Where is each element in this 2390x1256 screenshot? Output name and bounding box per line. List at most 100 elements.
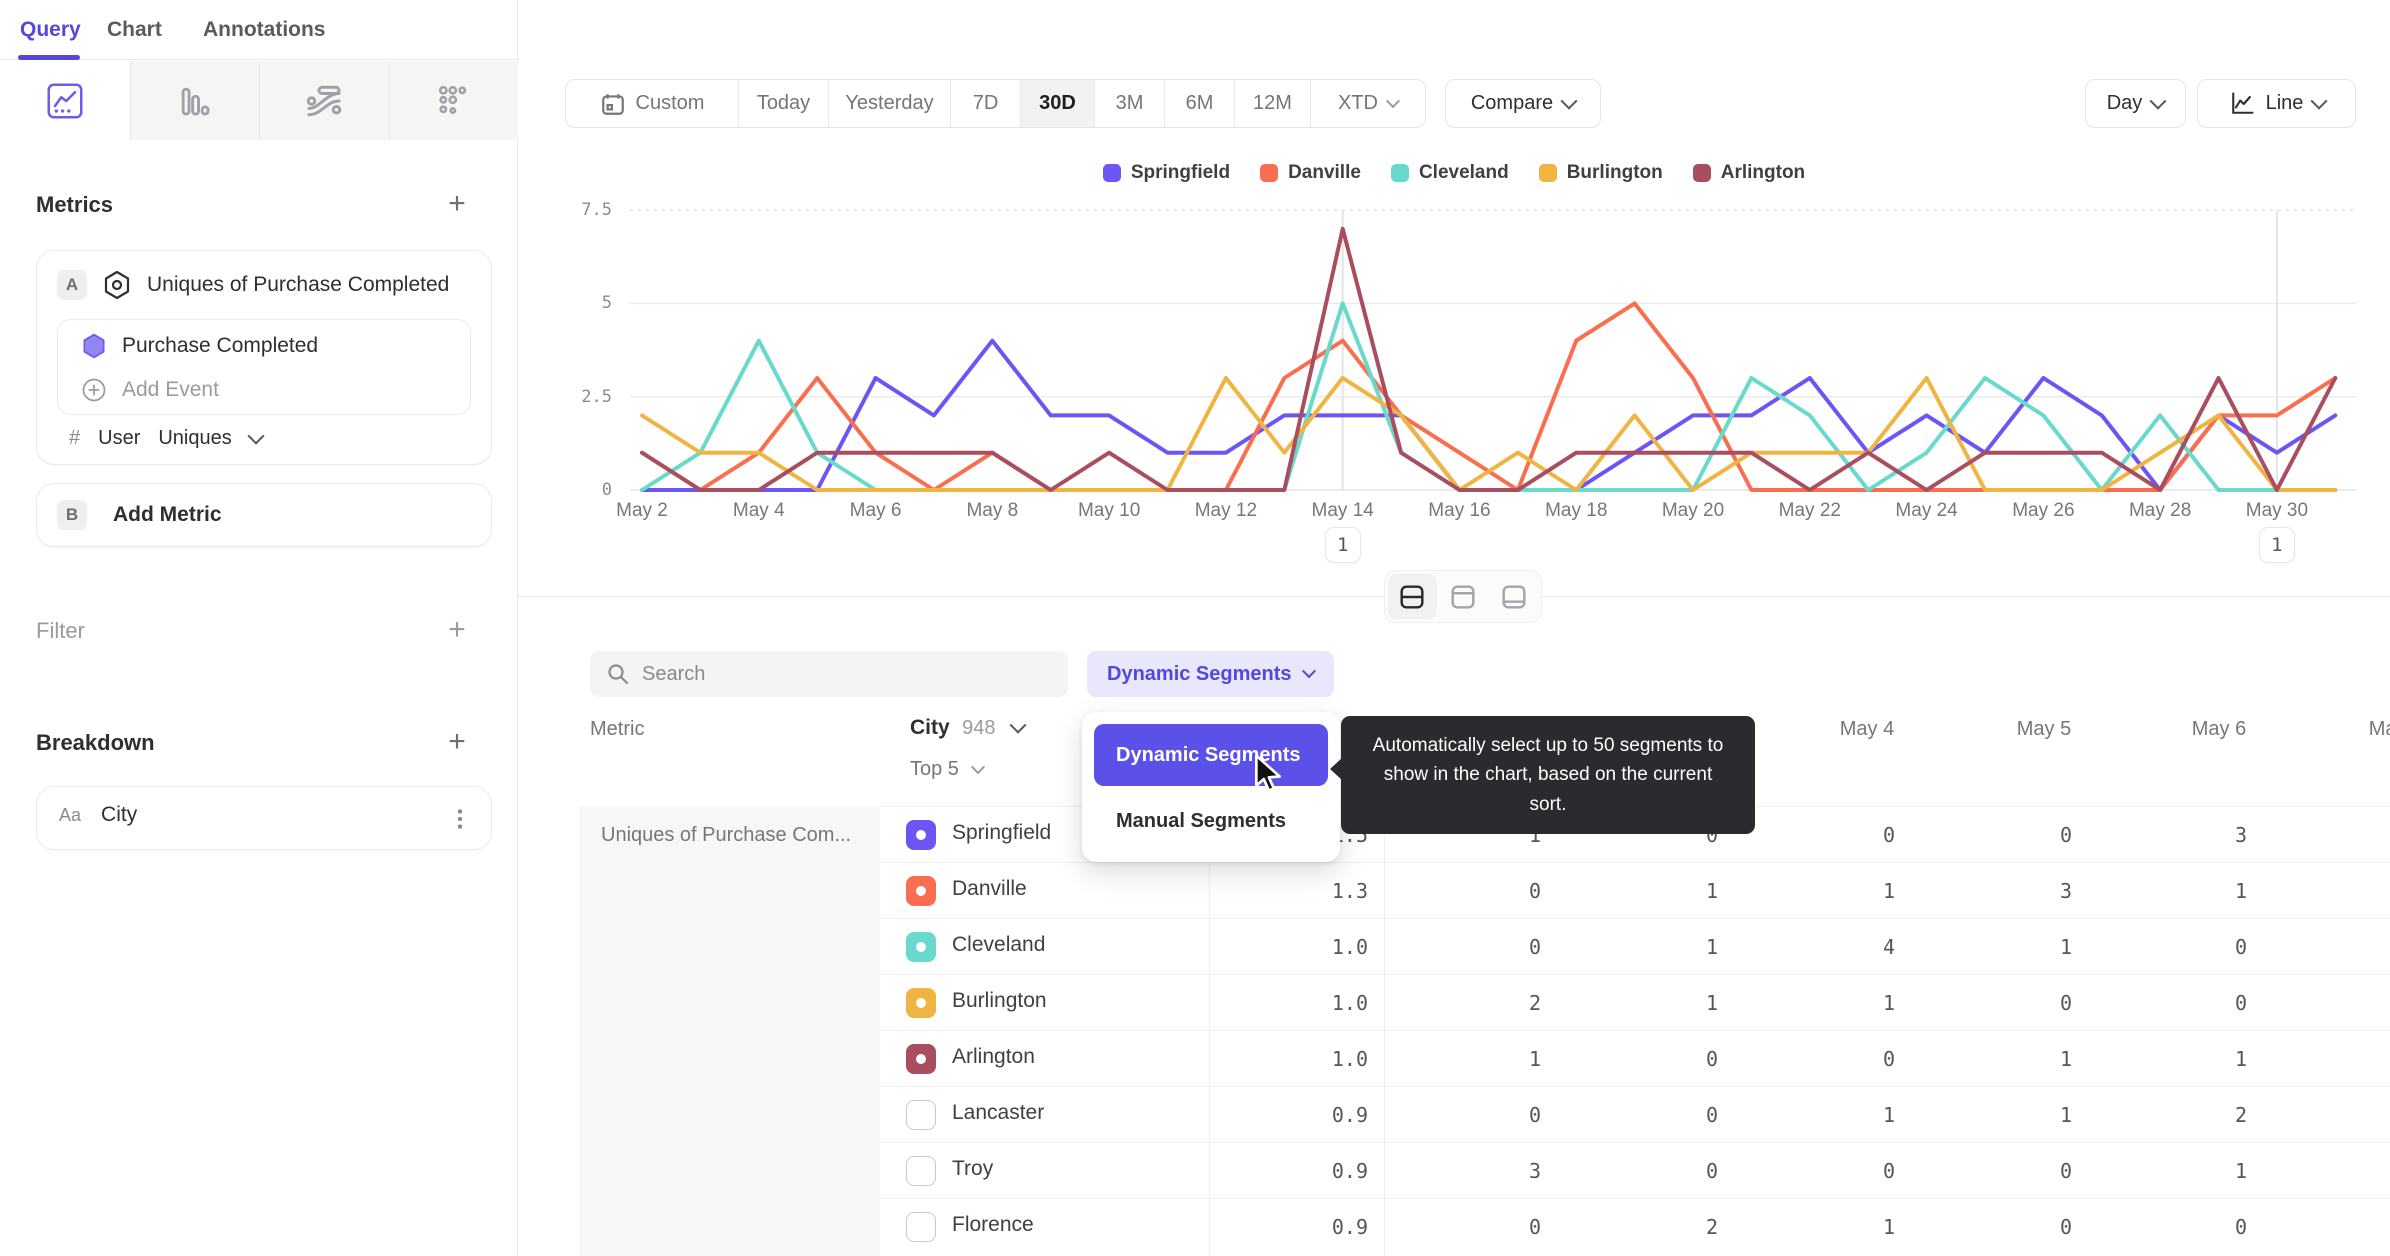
chart-type-matrix-tab[interactable] [388, 61, 518, 140]
table-row-cleveland: Cleveland 1.0 0 1 4 1 0 [880, 918, 2390, 974]
panel-layout-toggle [1384, 570, 1542, 623]
segment-day-value: 0 [1528, 879, 1542, 903]
layout-split-button[interactable] [1388, 574, 1437, 619]
measure-hash-icon: # [69, 427, 81, 449]
metric-column-background: Uniques of Purchase Com... [579, 806, 880, 1256]
add-event-button[interactable]: Add Event [122, 378, 219, 402]
segment-day-value: 0 [2234, 991, 2248, 1015]
annotation-badge[interactable]: 1 [2258, 527, 2295, 563]
segment-day-value: 1 [1528, 1047, 1542, 1071]
x-tick-label: May 22 [1778, 500, 1841, 521]
tab-chart[interactable]: Chart [107, 0, 162, 60]
x-tick-label: May 4 [732, 500, 785, 521]
layout-chart-only-button[interactable] [1439, 574, 1488, 619]
segment-day-value: 1 [2234, 879, 2248, 903]
segment-day-value: 0 [2059, 823, 2073, 847]
line-chart [630, 209, 2356, 492]
segment-name: Arlington [952, 1045, 1035, 1068]
table-row-lancaster: Lancaster 0.9 0 0 1 1 2 [880, 1086, 2390, 1142]
segment-day-value: 1 [1705, 935, 1719, 959]
segment-day-value: 0 [1705, 1103, 1719, 1127]
segment-average: 1.0 [1331, 991, 1368, 1015]
annotation-badge[interactable]: 1 [1324, 527, 1361, 563]
segment-day-value: 0 [1528, 935, 1542, 959]
segment-checkbox[interactable] [906, 1100, 936, 1130]
group-column-header[interactable]: City 948 [910, 716, 1027, 740]
segment-checkbox[interactable] [906, 988, 936, 1018]
metric-a-title[interactable]: Uniques of Purchase Completed [147, 273, 449, 297]
segment-day-value: 4 [1882, 935, 1896, 959]
series-line-arlington [640, 226, 2338, 492]
segment-checkbox[interactable] [906, 1156, 936, 1186]
table-row-troy: Troy 0.9 3 0 0 0 1 [880, 1142, 2390, 1198]
segment-day-value: 0 [1882, 1047, 1896, 1071]
layout-table-only-button[interactable] [1489, 574, 1538, 619]
segment-day-value: 2 [1705, 1215, 1719, 1239]
metric-a-card: A Uniques of Purchase Completed Purchase… [36, 250, 492, 465]
bar-chart-icon [181, 87, 210, 115]
segment-day-value: 2 [1528, 991, 1542, 1015]
x-tick-label: May 24 [1895, 500, 1958, 521]
tab-annotations[interactable]: Annotations [203, 0, 325, 60]
segment-checkbox[interactable] [906, 1044, 936, 1074]
segment-average: 0.9 [1331, 1215, 1368, 1239]
segment-name: Springfield [952, 821, 1052, 844]
segment-checkbox[interactable] [906, 876, 936, 906]
segment-day-value: 0 [2059, 991, 2073, 1015]
chevron-down-icon [1009, 716, 1027, 734]
event-name[interactable]: Purchase Completed [122, 334, 318, 358]
segment-name: Florence [952, 1213, 1034, 1236]
segment-average: 0.9 [1331, 1159, 1368, 1183]
segment-day-value: 1 [2234, 1159, 2248, 1183]
top-n-filter[interactable]: Top 5 [910, 758, 986, 781]
segment-name: Danville [952, 877, 1027, 900]
segment-name: Troy [952, 1157, 994, 1180]
segment-mode-menu: Dynamic Segments Manual Segments [1082, 712, 1340, 862]
segment-day-value: 1 [2234, 1047, 2248, 1071]
x-tick-label: May 16 [1428, 500, 1491, 521]
segment-day-value: 0 [1882, 823, 1896, 847]
chart-type-line-tab[interactable] [0, 61, 130, 140]
chart-type-flow-tab[interactable] [259, 61, 389, 140]
search-input[interactable] [642, 662, 1022, 686]
kebab-menu-icon[interactable] [447, 806, 473, 832]
filter-section-title: Filter [36, 618, 85, 643]
measure-entity[interactable]: User [98, 427, 140, 450]
flow-chart-icon [307, 85, 342, 116]
metric-b-badge: B [57, 500, 87, 530]
measure-value-dropdown[interactable]: Uniques [158, 427, 231, 450]
metric-cell: Uniques of Purchase Com... [601, 824, 852, 846]
add-breakdown-plus-icon[interactable]: + [442, 727, 472, 758]
segment-mode-dropdown[interactable]: Dynamic Segments [1087, 651, 1334, 697]
add-metric-plus-icon[interactable]: + [442, 189, 472, 220]
segment-day-value: 0 [1882, 1159, 1896, 1183]
segment-day-value: 1 [1882, 991, 1896, 1015]
x-tick-label: May 18 [1545, 500, 1608, 521]
menu-item-manual-segments[interactable]: Manual Segments [1094, 792, 1328, 850]
scatter-grid-icon [438, 85, 466, 114]
sidebar: Query Chart Annotations Metrics + A Uniq… [0, 0, 518, 1256]
metric-b-card[interactable]: B Add Metric [36, 483, 492, 547]
segment-average: 1.3 [1331, 879, 1368, 903]
add-metric-button[interactable]: Add Metric [113, 503, 222, 527]
segment-checkbox[interactable] [906, 932, 936, 962]
segment-checkbox[interactable] [906, 820, 936, 850]
x-tick-label: May 30 [2245, 500, 2309, 521]
breakdown-city-card[interactable]: Aa City [36, 786, 492, 850]
chart-type-bar-tab[interactable] [129, 61, 259, 140]
add-filter-plus-icon[interactable]: + [442, 615, 472, 646]
x-tick-label: May 10 [1077, 500, 1141, 521]
menu-item-dynamic-segments[interactable]: Dynamic Segments [1094, 724, 1328, 786]
x-tick-label: May 26 [2012, 500, 2075, 521]
segment-search [590, 651, 1068, 697]
day-column-header: May 7 [2368, 718, 2390, 740]
segment-checkbox[interactable] [906, 1212, 936, 1242]
x-tick-label: May 20 [1661, 500, 1725, 521]
breakdown-property-label: City [101, 803, 138, 826]
day-column-header: May 5 [2016, 718, 2072, 740]
segment-day-value: 0 [1528, 1103, 1542, 1127]
x-tick-label: May 2 [616, 500, 668, 521]
tab-query[interactable]: Query [20, 0, 81, 60]
segment-day-value: 3 [1528, 1159, 1542, 1183]
x-tick-label: May 14 [1311, 500, 1374, 521]
